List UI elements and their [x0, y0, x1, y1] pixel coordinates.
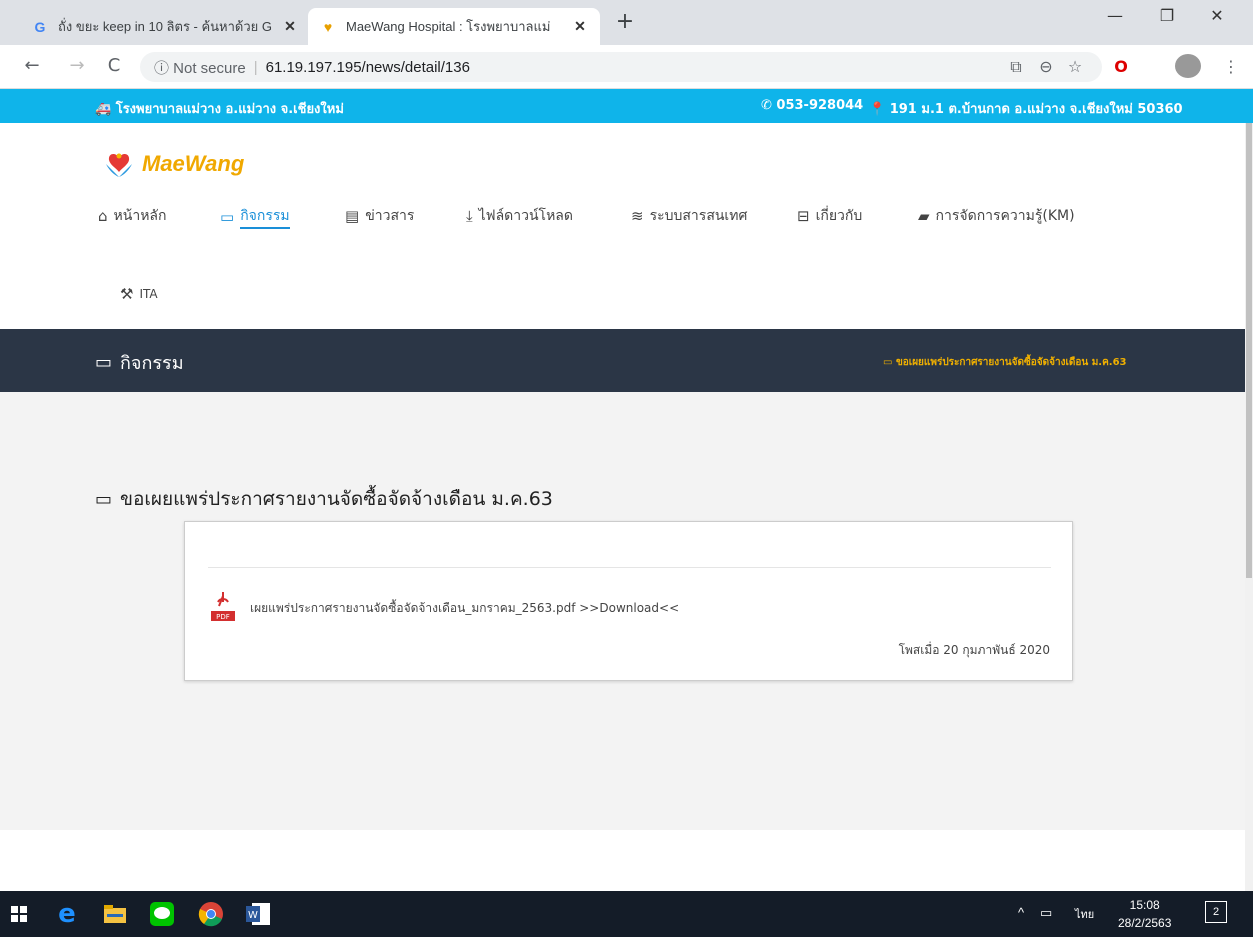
hospital-name-strip: 🚑 โรงพยาบาลแม่วาง อ.แม่วาง จ.เชียงใหม่ [95, 102, 344, 117]
logo-heart-icon [106, 153, 132, 177]
nav-label: กิจกรรม [240, 205, 290, 229]
browser-tab-bar: G ถั่ง ขยะ keep in 10 ลิตร - ค้นหาด้วย G… [0, 0, 1253, 45]
browser-tab-maewang[interactable]: ♥ MaeWang Hospital : โรงพยาบาลแม่ ✕ [308, 8, 600, 45]
nav-label: เกี่ยวกับ [815, 208, 863, 224]
nav-news[interactable]: ▤ ข่าวสาร [345, 205, 414, 227]
breadcrumb[interactable]: ▭ ขอเผยแพร่ประกาศรายงานจัดซื้อจัดจ้างเดื… [883, 355, 1127, 370]
nav-ita[interactable]: ⚒ ITA [120, 285, 158, 303]
tab-close-icon[interactable]: ✕ [572, 18, 588, 35]
nav-label: ข่าวสาร [365, 208, 415, 224]
new-tab-button[interactable]: + [612, 10, 638, 36]
clock-time: 15:08 [1129, 898, 1160, 912]
monitor-icon: ▭ [95, 488, 113, 510]
windows-taskbar: e W ^ ▭ ไทย 15:08 28/2/2563 2 [0, 891, 1253, 937]
chrome-icon[interactable] [196, 899, 226, 929]
monitor-icon: ▭ [220, 208, 235, 226]
opera-extension-icon[interactable]: O [1110, 57, 1132, 76]
section-title-text: กิจกรรม [120, 353, 184, 374]
contact-strip: 🚑 โรงพยาบาลแม่วาง อ.แม่วาง จ.เชียงใหม่ ✆… [0, 89, 1253, 123]
windows-start-icon[interactable] [4, 899, 34, 929]
edge-icon[interactable]: e [52, 899, 82, 929]
notification-center-icon[interactable]: 2 [1205, 901, 1227, 923]
reload-button[interactable]: C [102, 55, 126, 76]
nav-information-system[interactable]: ≋ ระบบสารสนเทศ [631, 205, 747, 227]
profile-avatar[interactable] [1175, 54, 1201, 78]
nav-downloads[interactable]: ⤓ ไฟล์ดาวน์โหลด [466, 205, 573, 227]
phone-number[interactable]: ✆ 053-928044 [761, 98, 863, 113]
menu-icon[interactable]: ⋮ [1220, 57, 1242, 76]
article-card: PDF เผยแพร่ประกาศรายงานจัดซื้อจัดจ้างเดื… [184, 521, 1073, 681]
breadcrumb-text: ขอเผยแพร่ประกาศรายงานจัดซื้อจัดจ้างเดือน… [895, 357, 1127, 368]
monitor-icon: ▭ [95, 352, 113, 373]
pdf-label: PDF [216, 613, 230, 621]
bookmark-star-icon[interactable]: ☆ [1064, 57, 1086, 76]
tray-chevron-icon[interactable]: ^ [1018, 905, 1024, 920]
nav-label: ระบบสารสนเทศ [649, 208, 748, 224]
minimize-button[interactable]: — [1100, 6, 1130, 25]
forward-button[interactable]: → [65, 55, 89, 76]
page-scrollbar[interactable] [1245, 123, 1253, 891]
card-divider [208, 567, 1051, 568]
security-indicator[interactable]: ⓘ Not secure [154, 57, 246, 78]
book-icon: ▰ [918, 207, 930, 225]
pdf-icon[interactable]: PDF [211, 588, 235, 622]
zoom-icon[interactable]: ⊖ [1035, 57, 1057, 76]
language-indicator[interactable]: ไทย [1075, 905, 1094, 923]
address-bar-row: ← → C ⓘ Not secure | 61.19.197.195/news/… [0, 45, 1253, 89]
nav-label: การจัดการความรู้(KM) [935, 208, 1075, 224]
network-icon[interactable]: ▭ [1040, 905, 1052, 921]
clock-date: 28/2/2563 [1118, 916, 1172, 930]
nav-home[interactable]: ⌂ หน้าหลัก [98, 205, 166, 227]
tab-title: ถั่ง ขยะ keep in 10 ลิตร - ค้นหาด้วย G [58, 19, 273, 34]
section-title: ▭ กิจกรรม [95, 348, 184, 377]
home-icon: ⌂ [98, 207, 108, 225]
article-title: ขอเผยแพร่ประกาศรายงานจัดซื้อจัดจ้างเดือน… [120, 488, 553, 510]
nav-activities[interactable]: ▭ กิจกรรม [220, 205, 290, 229]
svg-text:W: W [248, 910, 258, 921]
tab-close-icon[interactable]: ✕ [282, 18, 298, 35]
file-explorer-icon[interactable] [100, 899, 130, 929]
section-header-bar: ▭ กิจกรรม ▭ ขอเผยแพร่ประกาศรายงานจัดซื้อ… [0, 329, 1253, 392]
word-icon[interactable]: W [243, 899, 273, 929]
nav-label: ITA [139, 287, 158, 301]
browser-tab-google[interactable]: G ถั่ง ขยะ keep in 10 ลิตร - ค้นหาด้วย G… [20, 8, 310, 45]
monitor-icon: ▭ [883, 357, 896, 368]
article-heading: ▭ ขอเผยแพร่ประกาศรายงานจัดซื้อจัดจ้างเดื… [95, 484, 553, 514]
download-icon: ⤓ [466, 207, 473, 225]
system-clock[interactable]: 15:08 28/2/2563 [1118, 896, 1171, 932]
download-link[interactable]: เผยแพร่ประกาศรายงานจัดซื้อจัดจ้างเดือน_ม… [250, 599, 679, 618]
nav-about[interactable]: ⊟ เกี่ยวกับ [797, 205, 862, 227]
logo-text: MaeWang [142, 151, 245, 176]
hospital-address: 📍 191 ม.1 ต.บ้านกาด อ.แม่วาง จ.เชียงใหม่… [869, 102, 1183, 117]
notification-count: 2 [1212, 906, 1220, 918]
google-icon: G [34, 18, 46, 35]
posted-date: โพสเมื่อ 20 กุมภาพันธ์ 2020 [898, 643, 1050, 657]
inbox-icon: ⊟ [797, 207, 810, 225]
omnibox[interactable]: ⓘ Not secure | 61.19.197.195/news/detail… [140, 52, 1102, 82]
tab-title: MaeWang Hospital : โรงพยาบาลแม่ [346, 19, 551, 34]
translate-icon[interactable]: ⧉ [1005, 57, 1027, 77]
newspaper-icon: ▤ [345, 207, 360, 225]
hospital-favicon: ♥ [323, 18, 333, 35]
nav-label: ไฟล์ดาวน์โหลด [478, 208, 573, 224]
url-text[interactable]: 61.19.197.195/news/detail/136 [266, 59, 470, 76]
close-window-button[interactable]: ✕ [1202, 6, 1232, 25]
site-logo[interactable]: MaeWang [104, 150, 244, 178]
scrollbar-thumb[interactable] [1246, 123, 1252, 578]
nav-label: หน้าหลัก [113, 208, 167, 224]
line-icon[interactable] [147, 899, 177, 929]
back-button[interactable]: ← [20, 55, 44, 76]
gavel-icon: ⚒ [120, 285, 134, 303]
nav-knowledge-management[interactable]: ▰ การจัดการความรู้(KM) [918, 205, 1075, 227]
omnibox-divider: | [253, 58, 258, 76]
database-icon: ≋ [631, 207, 644, 225]
restore-button[interactable]: ❐ [1152, 6, 1182, 25]
